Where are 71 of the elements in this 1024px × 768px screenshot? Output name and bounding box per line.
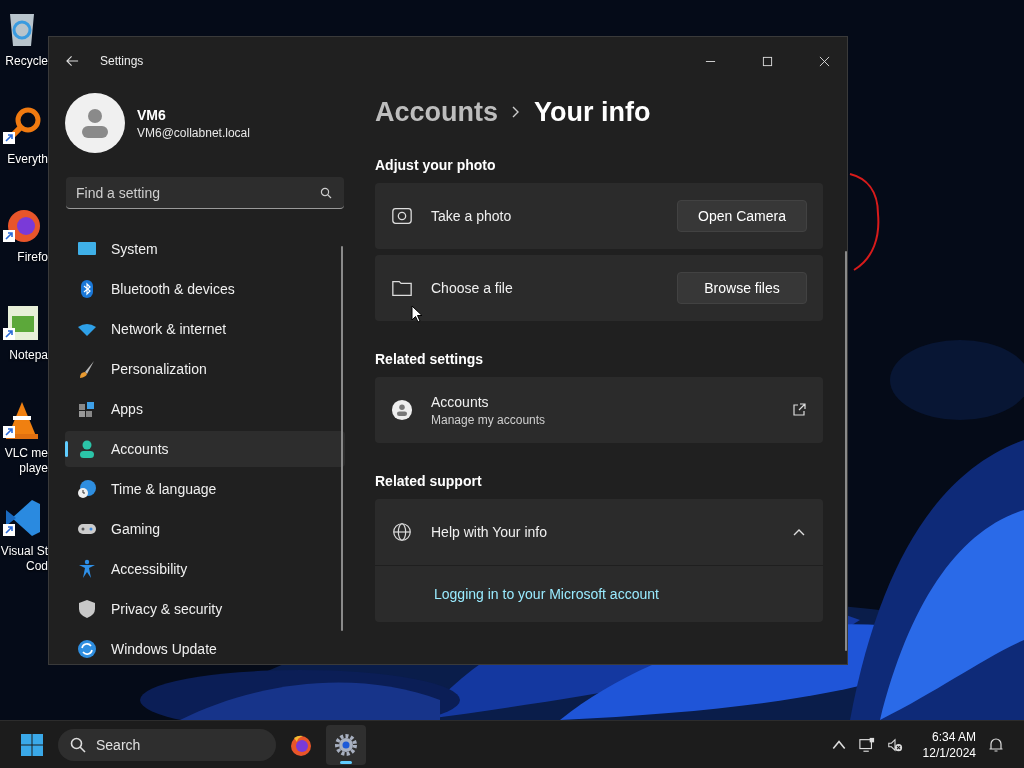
nav-item[interactable]: Gaming [65,511,345,547]
sync-icon [77,639,97,659]
desktop-icon-label: Firefo [17,250,48,265]
section-heading: Related support [375,473,483,489]
taskbar-search[interactable]: Search [58,728,276,761]
card-title: Help with Your info [431,524,547,540]
desktop-icon-label: Everyth [7,152,48,167]
apps-icon [77,399,97,419]
section-heading: Adjust your photo [375,157,497,173]
chevron-icon [512,106,521,118]
scrollbar[interactable] [845,251,847,651]
desktop-icon-label: VLC me [4,446,48,461]
scrollbar[interactable] [341,246,343,631]
search-icon[interactable] [320,187,332,199]
nav-item[interactable]: Personalization [65,351,345,387]
card-title: Take a photo [431,208,512,224]
person-icon [77,439,97,459]
accessibility-icon [77,559,97,579]
breadcrumb-link[interactable]: Accounts [375,96,499,128]
muted-speaker-icon[interactable] [886,736,903,753]
avatar-icon [391,399,413,421]
windows-start-icon[interactable] [20,732,44,757]
camera-icon [391,205,413,227]
desktop-icon-label: Notepa [9,348,48,363]
shield-icon [77,599,97,619]
nav-item[interactable]: Apps [65,391,345,427]
clock-time[interactable]: 6:34 AM [931,728,976,745]
page-title: Your info [534,96,651,128]
external-link-icon[interactable] [792,403,806,417]
nav-item[interactable]: Time & language [65,471,345,507]
nav-item[interactable]: System [65,231,345,267]
card-title: Accounts [431,393,490,410]
account-name: VM6 [137,106,167,123]
bell-icon[interactable] [988,736,1004,753]
globe-clock-icon [77,479,97,499]
maximize-icon[interactable] [762,55,773,67]
desktop-icon-label: playe [19,461,48,476]
close-icon[interactable] [819,55,830,67]
taskbar-app[interactable] [326,724,366,765]
code-editor-icon[interactable] [2,498,42,538]
selection-indicator [65,441,68,457]
desktop-icon-label: Recycle [5,54,48,69]
gear-icon [334,732,358,757]
settings-card[interactable]: Accounts Manage my accounts [375,377,823,443]
desktop-icon-label: Visual St [0,544,48,559]
nav-item[interactable]: Privacy & security [65,591,345,627]
nav-item[interactable]: Accessibility [65,551,345,587]
action-button[interactable]: Open Camera [677,200,807,232]
window-title: Settings [100,54,144,68]
search-field[interactable]: Find a setting [66,177,344,209]
card-title: Choose a file [431,280,513,296]
desktop-icon-label: Cod [26,559,48,574]
section-heading: Related settings [375,351,485,367]
nav-item[interactable]: Accounts [65,431,345,467]
search-icon [70,736,86,753]
mouse-pointer-icon [411,305,423,323]
clock-date[interactable]: 12/1/2024 [922,744,976,761]
expander-header[interactable]: Help with Your info [375,499,823,565]
back-arrow-icon[interactable] [66,55,79,67]
help-link[interactable]: Logging in to your Microsoft account [434,586,659,602]
network-icon[interactable] [858,736,875,753]
avatar-icon [65,93,125,153]
account-email: VM6@collabnet.local [137,125,250,140]
nav-item[interactable]: Network & internet [65,311,345,347]
action-button[interactable]: Browse files [677,272,807,304]
magnifier-icon[interactable] [2,106,42,146]
nav-item[interactable]: Bluetooth & devices [65,271,345,307]
chevron-icon[interactable] [793,528,805,536]
globe-icon [391,521,413,543]
nav-item[interactable]: Windows Update [65,631,345,664]
card-subtitle: Manage my accounts [431,412,546,427]
